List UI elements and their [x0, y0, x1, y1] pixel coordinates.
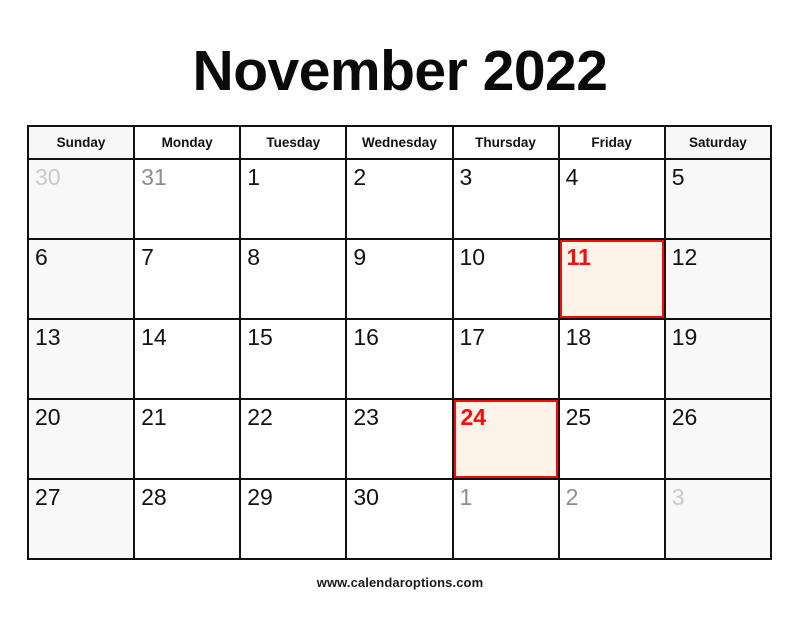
calendar-grid: Sunday Monday Tuesday Wednesday Thursday Frid… — [27, 125, 772, 560]
day-number: 18 — [565, 324, 592, 350]
day-number: 16 — [353, 324, 379, 350]
calendar-week-row: 27 28 29 30 1 2 3 — [29, 480, 772, 560]
day-number: 31 — [141, 164, 167, 190]
weekday-header-friday: Friday — [559, 127, 666, 160]
day-number: 12 — [671, 244, 698, 270]
day-number: 25 — [565, 404, 592, 430]
day-number: 24 — [460, 404, 487, 430]
day-number: 5 — [671, 164, 685, 190]
calendar-day-cell[interactable]: 17 — [453, 320, 560, 400]
day-number: 4 — [565, 164, 579, 190]
page-title: November 2022 — [192, 39, 608, 103]
day-number: 3 — [459, 164, 473, 190]
day-number: 22 — [247, 404, 273, 430]
day-number: 10 — [459, 244, 486, 270]
day-number: 21 — [141, 404, 167, 430]
calendar-week-row: 13 14 15 16 17 18 19 — [29, 320, 772, 400]
day-number: 14 — [141, 324, 167, 350]
day-number: 26 — [671, 404, 698, 430]
calendar-day-cell[interactable]: 15 — [241, 320, 348, 400]
day-number: 19 — [671, 324, 698, 350]
calendar-week-row: 20 21 22 23 24 25 26 — [29, 400, 772, 480]
calendar-day-cell[interactable]: 1 — [241, 160, 348, 240]
day-number: 11 — [566, 244, 591, 270]
day-number: 29 — [247, 484, 273, 510]
day-number: 13 — [35, 324, 61, 350]
day-number: 3 — [671, 484, 685, 510]
calendar-week-row: 6 7 8 9 10 11 12 — [29, 240, 772, 320]
calendar-day-cell[interactable]: 28 — [135, 480, 242, 560]
calendar-weeks: 30 31 1 2 3 4 5 6 7 8 9 10 11 12 13 14 15 16 17 18 19 20 21 22 2… — [29, 160, 772, 560]
calendar-day-cell[interactable]: 3 — [453, 160, 560, 240]
day-number: 1 — [247, 164, 261, 190]
day-number: 1 — [459, 484, 473, 510]
calendar-day-cell[interactable]: 22 — [241, 400, 348, 480]
calendar-day-cell[interactable]: 27 — [29, 480, 136, 560]
calendar-day-cell[interactable]: 14 — [135, 320, 242, 400]
day-number: 2 — [565, 484, 579, 510]
day-number: 7 — [141, 244, 154, 270]
calendar-day-cell[interactable]: 21 — [135, 400, 242, 480]
weekday-header-row: Sunday Monday Tuesday Wednesday Thursday Frid… — [29, 127, 772, 160]
day-number: 17 — [459, 324, 486, 350]
calendar-day-cell[interactable]: 3 — [665, 480, 772, 560]
calendar-day-cell[interactable]: 12 — [665, 240, 772, 320]
calendar-day-cell[interactable]: 13 — [29, 320, 136, 400]
calendar-day-cell[interactable]: 5 — [665, 160, 772, 240]
calendar-day-cell[interactable]: 18 — [559, 320, 666, 400]
calendar-day-cell[interactable]: 2 — [347, 160, 454, 240]
calendar-day-cell[interactable]: 1 — [453, 480, 560, 560]
day-number: 23 — [353, 404, 379, 430]
footer-website-url: www.calendaroptions.com — [316, 575, 484, 590]
day-number: 28 — [141, 484, 167, 510]
calendar-day-cell[interactable]: 6 — [29, 240, 136, 320]
calendar-day-cell[interactable]: 10 — [453, 240, 560, 320]
calendar-day-cell[interactable]: 31 — [135, 160, 242, 240]
weekday-header-tuesday: Tuesday — [241, 127, 348, 160]
weekday-header-wednesday: Wednesday — [347, 127, 454, 160]
calendar-day-cell[interactable]: 4 — [559, 160, 666, 240]
calendar-week-row: 30 31 1 2 3 4 5 — [29, 160, 772, 240]
calendar-day-cell[interactable]: 19 — [665, 320, 772, 400]
day-number: 8 — [247, 244, 261, 270]
calendar-day-cell-highlighted[interactable]: 11 — [559, 240, 666, 320]
calendar-day-cell[interactable]: 8 — [241, 240, 348, 320]
calendar-day-cell[interactable]: 30 — [29, 160, 136, 240]
calendar-day-cell[interactable]: 2 — [559, 480, 666, 560]
day-number: 30 — [353, 484, 379, 510]
day-number: 20 — [35, 404, 61, 430]
calendar-day-cell[interactable]: 7 — [135, 240, 242, 320]
weekday-header-saturday: Saturday — [665, 127, 772, 160]
day-number: 30 — [35, 164, 61, 190]
weekday-header-thursday: Thursday — [453, 127, 560, 160]
day-number: 6 — [35, 244, 48, 270]
calendar-day-cell[interactable]: 9 — [347, 240, 454, 320]
weekday-header-monday: Monday — [135, 127, 242, 160]
calendar-day-cell-highlighted[interactable]: 24 — [453, 400, 560, 480]
calendar-day-cell[interactable]: 25 — [559, 400, 666, 480]
day-number: 9 — [353, 244, 367, 270]
calendar-day-cell[interactable]: 29 — [241, 480, 348, 560]
calendar-day-cell[interactable]: 20 — [29, 400, 136, 480]
calendar-day-cell[interactable]: 23 — [347, 400, 454, 480]
calendar-day-cell[interactable]: 16 — [347, 320, 454, 400]
weekday-header-sunday: Sunday — [29, 127, 136, 160]
calendar-day-cell[interactable]: 26 — [665, 400, 772, 480]
day-number: 27 — [35, 484, 61, 510]
day-number: 2 — [353, 164, 367, 190]
calendar-day-cell[interactable]: 30 — [347, 480, 454, 560]
day-number: 15 — [247, 324, 273, 350]
